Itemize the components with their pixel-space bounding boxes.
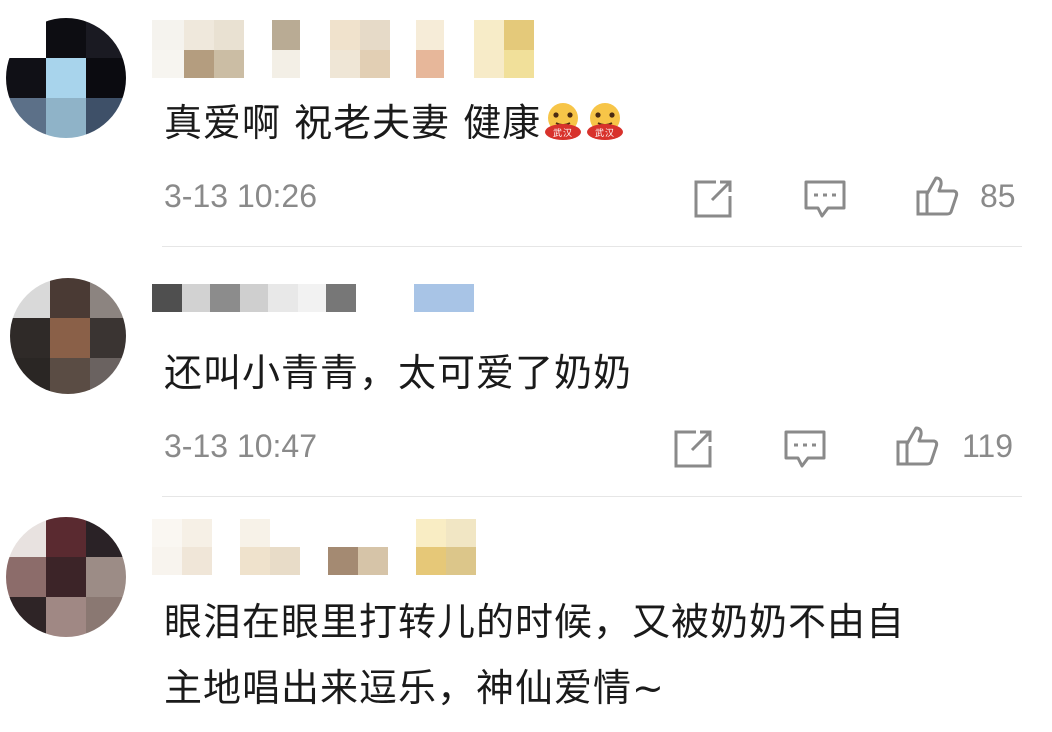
comment-text: 还叫小青青，太可爱了奶奶 <box>164 351 633 395</box>
avatar[interactable] <box>6 517 126 637</box>
comment-timestamp: 3-13 10:47 <box>164 428 318 464</box>
comment-text-body: 真爱啊 祝老夫妻 健康 <box>164 101 542 145</box>
comment-item: 眼泪在眼里打转儿的时候，又被奶奶不由自 主地唱出来逗乐，神仙爱情~ <box>0 497 1052 732</box>
comment-item: 还叫小青青，太可爱了奶奶 3-13 10:47 119 <box>0 248 1052 496</box>
comment-item: 真爱啊 祝老夫妻 健康 武汉 武汉 3-13 10:26 85 <box>0 0 1052 247</box>
divider <box>162 246 1022 247</box>
avatar[interactable] <box>6 18 126 138</box>
username-mosaic[interactable] <box>152 519 482 577</box>
comment-icon[interactable] <box>782 426 828 472</box>
comment-text: 真爱啊 祝老夫妻 健康 武汉 武汉 <box>164 92 625 154</box>
comment-text-line-2: 主地唱出来逗乐，神仙爱情~ <box>164 666 665 710</box>
comment-list: 真爱啊 祝老夫妻 健康 武汉 武汉 3-13 10:26 85 还叫小青青，太可… <box>0 0 1052 732</box>
thumbs-up-icon[interactable] <box>914 172 960 218</box>
like-count: 119 <box>962 428 1014 464</box>
share-icon[interactable] <box>690 176 736 222</box>
username-mosaic[interactable] <box>152 284 482 314</box>
thumbs-up-icon[interactable] <box>894 422 940 468</box>
emoji-badge-label: 武汉 <box>553 127 573 139</box>
share-icon[interactable] <box>670 426 716 472</box>
comment-icon[interactable] <box>802 176 848 222</box>
avatar[interactable] <box>10 278 126 394</box>
like-count: 85 <box>980 178 1016 214</box>
wuhan-badge-emoji-icon: 武汉 <box>543 98 583 140</box>
comment-text-line-1: 眼泪在眼里打转儿的时候，又被奶奶不由自 <box>164 600 906 644</box>
comment-timestamp: 3-13 10:26 <box>164 178 318 214</box>
username-mosaic[interactable] <box>152 20 534 80</box>
emoji-badge-label: 武汉 <box>595 127 615 139</box>
wuhan-badge-emoji-icon: 武汉 <box>585 98 625 140</box>
